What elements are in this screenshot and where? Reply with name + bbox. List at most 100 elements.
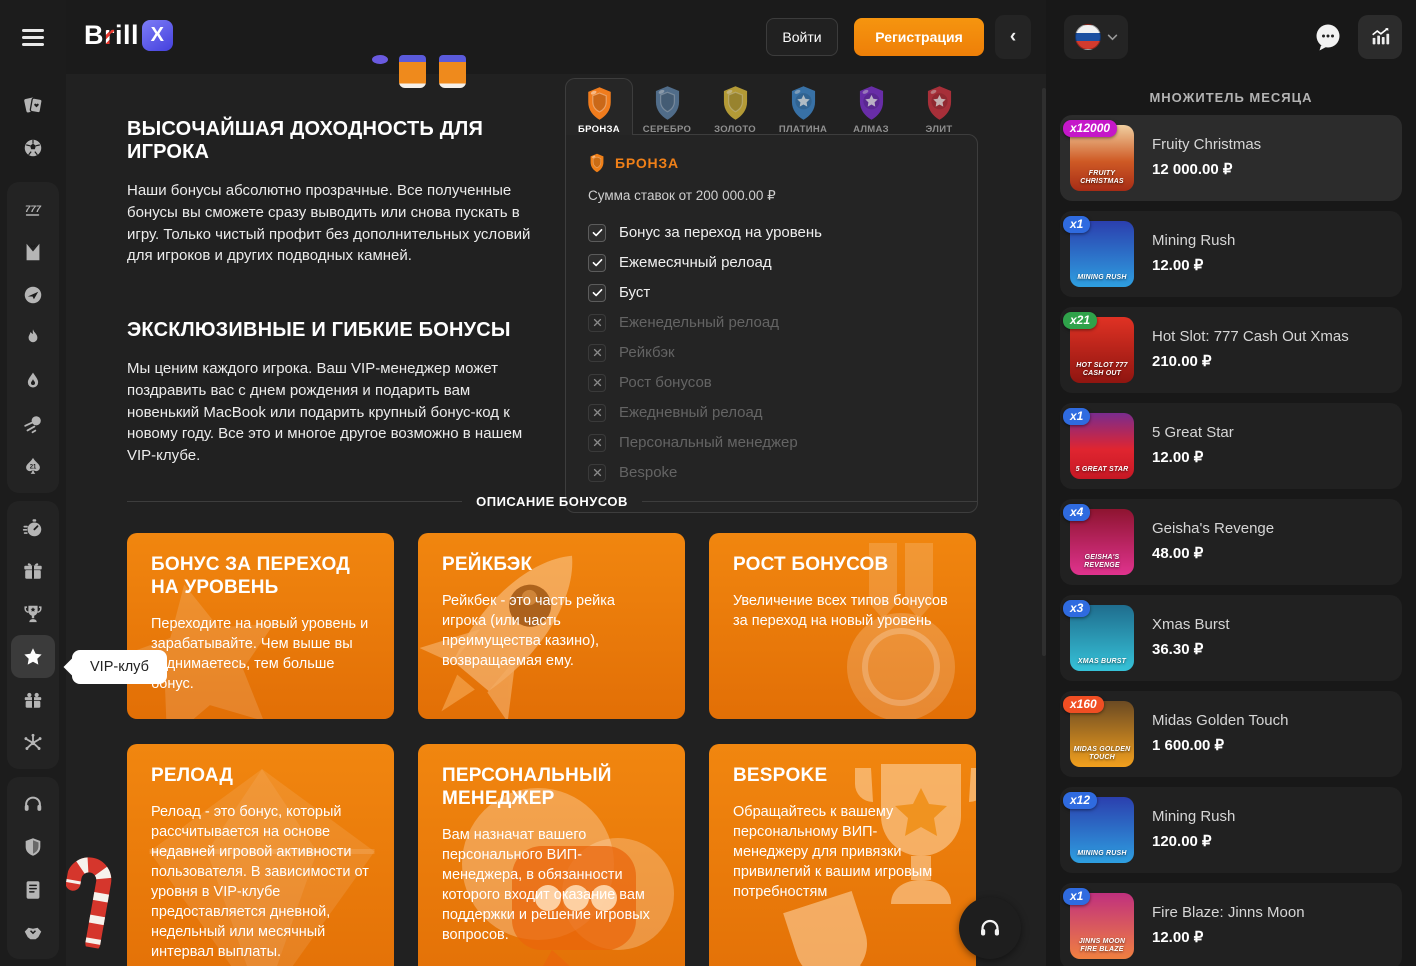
sidebar-item-security[interactable] [11,825,55,868]
feature-row: Ежемесячный релоад [588,252,955,273]
game-row[interactable]: x1 5 GREAT STAR 5 Great Star 12.00 ₽ [1060,403,1402,489]
game-name: Fruity Christmas [1152,136,1261,153]
tier-tab-silver[interactable]: СЕРЕБРО [633,78,701,135]
comet-icon [22,413,44,435]
sidebar-item-boosted[interactable] [11,402,55,445]
multiplier-badge: x4 [1063,504,1090,521]
game-row[interactable]: x4 GEISHA'S REVENGE Geisha's Revenge 48.… [1060,499,1402,585]
sidebar-item-live-casino[interactable] [11,230,55,273]
sidebar-item-hot-games[interactable] [11,316,55,359]
sidebar-item-drops-wins[interactable] [11,359,55,402]
cross-icon [591,436,604,449]
gifts-icon [22,689,44,711]
bonus-card-reload[interactable]: РЕЛОАД Релоад - это бонус, который рассч… [127,744,394,966]
game-amount: 12.00 ₽ [1152,448,1234,466]
game-amount: 12.00 ₽ [1152,928,1305,946]
tier-panel-title: БРОНЗА [615,155,679,171]
collapse-panel-button[interactable]: ‹ [995,15,1031,59]
login-button[interactable]: Войти [766,18,838,56]
checkbox-crossed[interactable] [588,374,606,392]
feature-row: Рост бонусов [588,372,955,393]
soccer-ball-icon [22,137,44,159]
vip-tiers: БРОНЗА СЕРЕБРО ЗОЛОТО ПЛАТИНА АЛМАЗ [565,78,978,513]
hamburger-icon [22,25,44,50]
shield-icon [22,836,44,858]
section-title: ВЫСОЧАЙШАЯ ДОХОДНОСТЬ ДЛЯ ИГРОКА [127,118,539,164]
game-name: Hot Slot: 777 Cash Out Xmas [1152,328,1349,345]
game-row[interactable]: x12 MINING RUSH Mining Rush 120.00 ₽ [1060,787,1402,873]
sidebar-item-casino[interactable] [11,83,55,126]
game-row[interactable]: x12000 FRUITY CHRISTMAS Fruity Christmas… [1060,115,1402,201]
brand-logo[interactable]: Brill X [84,20,173,51]
support-button[interactable] [959,897,1021,959]
silver-badge-icon [651,85,684,121]
jacks-icon [22,732,44,754]
left-sidebar [0,0,66,966]
sidebar-item-slots[interactable] [11,187,55,230]
game-row[interactable]: x160 MIDAS GOLDEN TOUCH Midas Golden Tou… [1060,691,1402,777]
checkbox-checked[interactable] [588,284,606,302]
checkbox-checked[interactable] [588,254,606,272]
game-amount: 36.30 ₽ [1152,640,1230,658]
game-row[interactable]: x3 XMAS BURST Xmas Burst 36.30 ₽ [1060,595,1402,681]
game-name: Fire Blaze: Jinns Moon [1152,904,1305,921]
scrollbar-thumb[interactable] [1042,88,1046,656]
feature-row: Буст [588,282,955,303]
logo-candy-letter: r [104,20,115,51]
bonus-card-level-up[interactable]: БОНУС ЗА ПЕРЕХОД НА УРОВЕНЬ Переходите н… [127,533,394,719]
checkbox-crossed[interactable] [588,314,606,332]
dealer-vest-icon [22,241,44,263]
checkbox-crossed[interactable] [588,434,606,452]
bronze-badge-icon [583,86,616,121]
checkbox-crossed[interactable] [588,344,606,362]
tier-tab-diamond[interactable]: АЛМАЗ [837,78,905,135]
russia-flag-icon [1075,24,1101,50]
sidebar-item-blackjack[interactable] [11,445,55,488]
sidebar-item-vip-club[interactable] [11,635,55,678]
game-row[interactable]: x21 HOT SLOT 777 CASH OUT Hot Slot: 777 … [1060,307,1402,393]
language-select[interactable] [1064,15,1128,59]
multiplier-badge: x1 [1063,888,1090,905]
aside-title: МНОЖИТЕЛЬ МЕСЯЦА [1046,90,1416,105]
checkbox-crossed[interactable] [588,404,606,422]
sidebar-item-partners[interactable] [11,911,55,954]
register-button[interactable]: Регистрация [854,18,984,56]
chat-bubble-icon[interactable] [1312,21,1344,53]
diamond-badge-icon [855,85,888,121]
sidebar-item-instant[interactable] [11,506,55,549]
headphones-icon [22,793,44,815]
game-amount: 12 000.00 ₽ [1152,160,1261,178]
platinum-badge-icon [787,85,820,121]
game-name: Mining Rush [1152,808,1235,825]
tier-tab-elite[interactable]: ЭЛИТ [905,78,973,135]
sidebar-item-sports[interactable] [11,126,55,169]
headphones-icon [978,916,1002,940]
bonus-card-bespoke[interactable]: BESPOKE Обращайтесь к вашему персонально… [709,744,976,966]
mascot-boots-decoration [372,55,466,88]
sidebar-item-aviator[interactable] [11,273,55,316]
drop-icon [22,370,44,392]
bonus-card-rakeback[interactable]: РЕЙКБЭК Рейкбек - это часть рейка игрока… [418,533,685,719]
game-row[interactable]: x1 MINING RUSH Mining Rush 12.00 ₽ [1060,211,1402,297]
game-name: Xmas Burst [1152,616,1230,633]
sidebar-item-support[interactable] [11,782,55,825]
checkbox-checked[interactable] [588,224,606,242]
sidebar-item-documents[interactable] [11,868,55,911]
tier-tab-gold[interactable]: ЗОЛОТО [701,78,769,135]
game-row[interactable]: x1 JINNS MOON FIRE BLAZE Fire Blaze: Jin… [1060,883,1402,966]
gift-icon [22,560,44,582]
sidebar-item-tournaments[interactable] [11,592,55,635]
bonus-card-personal-manager[interactable]: ПЕРСОНАЛЬНЫЙ МЕНЕДЖЕР Вам назначат вашег… [418,744,685,966]
multiplier-badge: x21 [1063,312,1097,329]
checkbox-crossed[interactable] [588,464,606,482]
multiplier-stats-button[interactable] [1358,15,1402,59]
tier-tab-bronze[interactable]: БРОНЗА [565,78,633,135]
sidebar-item-gifts[interactable] [11,678,55,721]
feature-row: Bespoke [588,462,955,483]
menu-button[interactable] [0,0,66,74]
sidebar-item-other-games[interactable] [11,721,55,764]
sidebar-item-bonuses[interactable] [11,549,55,592]
tier-tab-platinum[interactable]: ПЛАТИНА [769,78,837,135]
playing-cards-icon [22,94,44,116]
bonus-card-bonus-growth[interactable]: РОСТ БОНУСОВ Увеличение всех типов бонус… [709,533,976,719]
